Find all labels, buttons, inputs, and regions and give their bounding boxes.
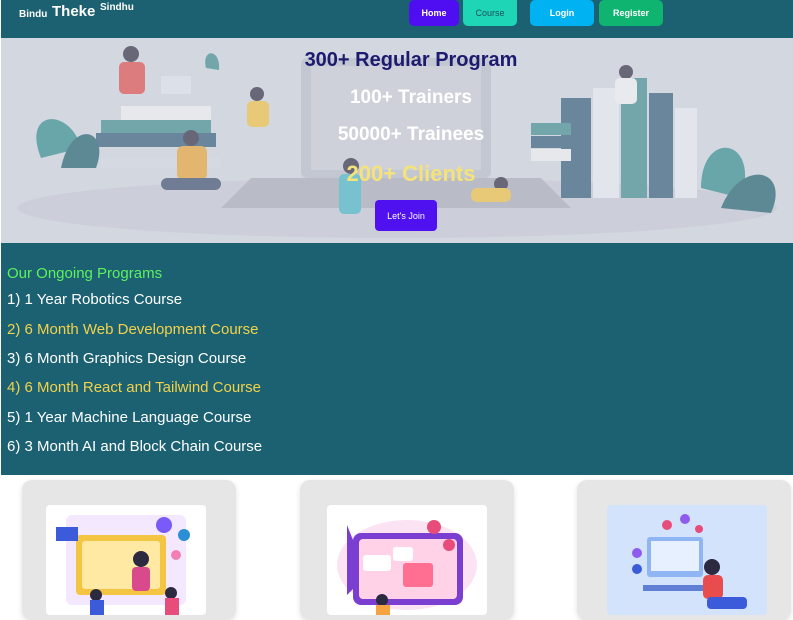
program-item: 5) 1 Year Machine Language Course [7, 409, 252, 426]
course-card[interactable] [577, 480, 791, 620]
register-button[interactable]: Register [599, 0, 663, 26]
program-item: 1) 1 Year Robotics Course [7, 291, 183, 308]
program-item: 6) 3 Month AI and Block Chain Course [7, 438, 263, 455]
hero-stat-clients: 200+ Clients [346, 161, 476, 186]
course-card[interactable] [300, 480, 514, 620]
brand-prefix: Bindu [19, 9, 48, 20]
online-teaching-icon [46, 505, 206, 615]
hero-stat-programs: 300+ Regular Program [304, 49, 518, 71]
course-button[interactable]: Course [463, 0, 517, 26]
login-button[interactable]: Login [530, 0, 594, 26]
program-item: 2) 6 Month Web Development Course [7, 321, 259, 338]
join-button[interactable]: Let's Join [375, 200, 437, 231]
course-card[interactable] [22, 480, 236, 620]
web-development-icon [327, 505, 487, 615]
program-item: 3) 6 Month Graphics Design Course [7, 350, 247, 367]
programmer-desk-icon [607, 505, 767, 615]
programs-section: Our Ongoing Programs 1) 1 Year Robotics … [1, 243, 793, 475]
hero-stat-trainers: 100+ Trainers [349, 87, 472, 108]
hero-banner: 300+ Regular Program 100+ Trainers 50000… [1, 38, 793, 243]
programs-title: Our Ongoing Programs [7, 265, 163, 282]
program-item: 4) 6 Month React and Tailwind Course [7, 379, 262, 396]
brand-suffix: Sindhu [100, 2, 134, 13]
hero-stat-trainees: 50000+ Trainees [337, 124, 485, 145]
brand-main: Theke [52, 3, 96, 20]
home-button[interactable]: Home [409, 0, 459, 26]
navbar: Bindu Theke Sindhu Home Course Login Reg… [1, 0, 793, 38]
